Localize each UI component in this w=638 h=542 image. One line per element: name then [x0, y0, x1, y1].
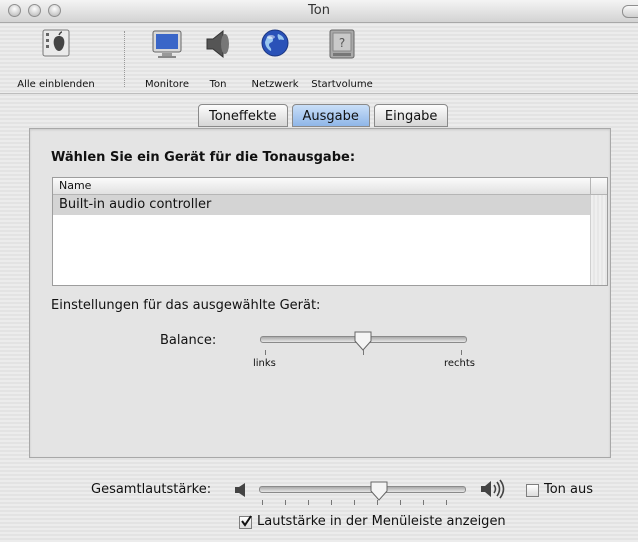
balance-right-label: rechts	[444, 358, 476, 369]
tab-sound-effects[interactable]: Toneffekte	[198, 104, 288, 127]
toolbar-item-monitors[interactable]: Monitore	[145, 27, 189, 90]
checkmark-icon	[241, 515, 252, 527]
volume-low-icon	[235, 483, 245, 497]
list-scrollbar[interactable]	[590, 195, 607, 285]
balance-slider-thumb[interactable]	[354, 331, 372, 351]
volume-tick	[308, 500, 309, 505]
toolbar-label-show-all: Alle einblenden	[17, 79, 95, 90]
list-header-corner	[590, 178, 607, 194]
toolbar-label-network: Netzwerk	[251, 79, 299, 90]
balance-tick-left	[265, 350, 266, 355]
balance-tick-right	[461, 350, 462, 355]
balance-tick-center	[363, 350, 364, 355]
show-volume-in-menubar-checkbox[interactable]	[239, 515, 252, 529]
toolbar-label-sound: Ton	[209, 79, 227, 90]
show-all-icon	[42, 29, 70, 57]
volume-tick	[262, 500, 263, 505]
device-settings-label: Einstellungen für das ausgewählte Gerät:	[51, 298, 321, 313]
toolbar-item-sound[interactable]: Ton	[201, 27, 235, 90]
volume-tick	[446, 500, 447, 505]
tab-output[interactable]: Ausgabe	[291, 104, 370, 127]
mute-checkbox[interactable]	[526, 484, 539, 497]
tab-input[interactable]: Eingabe	[373, 104, 449, 127]
toolbar-toggle-button[interactable]	[622, 5, 638, 18]
disk-icon: ?	[329, 29, 355, 59]
volume-high-icon	[481, 479, 505, 499]
toolbar-item-startup-disk[interactable]: ? Startvolume	[311, 27, 373, 90]
toolbar-divider	[0, 93, 638, 94]
balance-label: Balance:	[160, 333, 217, 348]
toolbar-label-monitors: Monitore	[145, 79, 189, 90]
toolbar-item-show-all[interactable]: Alle einblenden	[17, 27, 95, 90]
output-panel: Wählen Sie ein Gerät für die Tonausgabe:…	[29, 128, 611, 458]
volume-slider-thumb[interactable]	[370, 481, 388, 501]
volume-tick	[354, 500, 355, 505]
globe-icon	[261, 29, 289, 57]
toolbar: Alle einblenden Monitore Ton Netzwerk ? …	[0, 23, 638, 93]
speaker-icon	[206, 29, 229, 59]
list-column-header-name[interactable]: Name	[53, 178, 607, 195]
tab-bar: Toneffekte Ausgabe Eingabe	[198, 104, 452, 128]
volume-tick	[400, 500, 401, 505]
list-item-device[interactable]: Built-in audio controller	[53, 195, 590, 215]
balance-left-label: links	[253, 358, 276, 369]
volume-tick	[377, 500, 378, 505]
device-list[interactable]: Name Built-in audio controller	[52, 177, 608, 286]
mute-label: Ton aus	[544, 482, 594, 497]
show-volume-in-menubar-label: Lautstärke in der Menüleiste anzeigen	[257, 514, 506, 529]
toolbar-separator	[124, 31, 125, 87]
toolbar-item-network[interactable]: Netzwerk	[251, 27, 299, 90]
monitor-icon	[152, 30, 182, 58]
volume-slider-track[interactable]	[259, 486, 466, 493]
volume-tick	[423, 500, 424, 505]
device-section-title: Wählen Sie ein Gerät für die Tonausgabe:	[51, 150, 356, 165]
title-bar: Ton	[0, 0, 638, 23]
toolbar-label-startup-disk: Startvolume	[311, 79, 373, 90]
preferences-window: Ton Alle einblenden Monitore Ton Netzwer…	[0, 0, 638, 542]
volume-label: Gesamtlautstärke:	[91, 482, 212, 497]
window-title: Ton	[308, 3, 330, 18]
volume-tick	[331, 500, 332, 505]
svg-text:?: ?	[339, 36, 345, 50]
volume-tick	[285, 500, 286, 505]
